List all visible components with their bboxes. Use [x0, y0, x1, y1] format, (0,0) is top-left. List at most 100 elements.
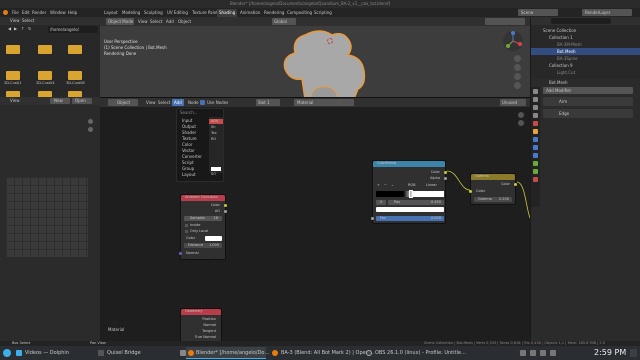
ne-menu-add[interactable]: Add: [172, 99, 184, 106]
material-selector[interactable]: Material: [294, 99, 354, 106]
folder-item[interactable]: [68, 45, 82, 56]
color-ramp-node[interactable]: ColorRamp Color Alpha + − ⌄ RGB Linear 0…: [371, 160, 447, 224]
ao-node-header[interactable]: Ambient Occlusion: [181, 195, 225, 201]
outliner-item[interactable]: BA-3Spine: [557, 57, 578, 61]
blender-logo-icon[interactable]: [3, 10, 8, 15]
pan-icon[interactable]: [518, 120, 524, 126]
add-menu-item[interactable]: Input: [182, 119, 192, 123]
tab-sculpting[interactable]: Sculpting: [144, 11, 163, 15]
ramp-color-mode[interactable]: RGB: [408, 183, 416, 188]
volume-icon[interactable]: [530, 350, 536, 356]
gamma-node[interactable]: Gamma Color Color Gamma 2.200: [469, 173, 517, 205]
world-tab-icon[interactable]: [533, 121, 538, 126]
ao-color-swatch[interactable]: [205, 236, 222, 241]
menu-window[interactable]: Window: [50, 11, 66, 15]
fb-menu-select[interactable]: Select: [22, 19, 34, 23]
particles-tab-icon[interactable]: [533, 145, 538, 150]
ne-menu-node[interactable]: Node: [188, 101, 198, 105]
shader-node-editor[interactable]: Object View Select Add Node Use Nodes Sl…: [100, 97, 530, 341]
color-swatch[interactable]: [211, 167, 221, 171]
add-menu-item[interactable]: Converter: [182, 155, 202, 159]
ramp-stop-marker-icon[interactable]: [409, 190, 413, 198]
ne-menu-select[interactable]: Select: [158, 101, 170, 105]
ao-distance-field[interactable]: Distance 1.000: [184, 243, 222, 248]
ao-only-local-checkbox[interactable]: [185, 230, 188, 233]
vp-menu-add[interactable]: Add: [166, 20, 174, 24]
ao-socket-normal[interactable]: [179, 252, 182, 255]
ramp-index-field[interactable]: 0: [376, 200, 386, 205]
ao-socket-ao[interactable]: [224, 210, 227, 213]
show-desktop-icon[interactable]: [630, 349, 637, 357]
gamma-node-header[interactable]: Gamma: [471, 174, 515, 180]
ramp-socket-color[interactable]: [444, 171, 447, 174]
use-nodes-checkbox[interactable]: [200, 100, 205, 105]
constraints-tab-icon[interactable]: [533, 161, 538, 166]
add-menu-item[interactable]: Shader: [182, 131, 196, 135]
tab-uv-editing[interactable]: UV Editing: [167, 11, 188, 15]
add-menu-item[interactable]: Output: [182, 125, 196, 129]
transform-orientation[interactable]: Global: [272, 18, 296, 25]
geometry-node[interactable]: Geometry Position Normal Tangent True No…: [180, 308, 222, 341]
image-canvas-grid[interactable]: [6, 177, 88, 257]
ramp-add-stop-icon[interactable]: +: [377, 183, 380, 188]
navigation-gizmo-icon[interactable]: [502, 30, 524, 52]
modifier-panel[interactable]: Arm: [543, 97, 633, 106]
output-tab-icon[interactable]: [533, 105, 538, 110]
parent-dir-icon[interactable]: ↑: [21, 27, 24, 31]
taskbar-item[interactable]: OBS 26.1.0 (linux) - Profile: Untitle…: [366, 348, 466, 358]
add-modifier-button[interactable]: Add Modifier: [543, 87, 633, 94]
folder-item[interactable]: [6, 45, 20, 56]
tab-texture-paint[interactable]: Texture Paint: [192, 11, 218, 15]
ramp-stop-color-swatch[interactable]: [376, 207, 444, 212]
clipboard-icon[interactable]: [540, 350, 546, 356]
zoom-icon[interactable]: [518, 112, 524, 118]
tab-scripting[interactable]: Scripting: [314, 11, 332, 15]
modifier-tab-icon[interactable]: [533, 137, 538, 142]
ramp-menu-icon[interactable]: ⌄: [391, 183, 394, 188]
node-object-selector[interactable]: Object: [108, 99, 138, 106]
ao-samples-field[interactable]: Samples 16: [184, 216, 222, 221]
menu-edit[interactable]: Edit: [22, 11, 30, 15]
open-image-button[interactable]: Open: [72, 98, 92, 104]
folder-item[interactable]: 3D-Cust/1: [4, 71, 26, 85]
zoom-icon[interactable]: [514, 55, 521, 62]
tab-animation[interactable]: Animation: [240, 11, 260, 15]
menu-render[interactable]: Render: [32, 11, 46, 15]
ao-inside-checkbox[interactable]: [185, 224, 188, 227]
outliner-item[interactable]: BA-3M-Mesh: [557, 43, 582, 47]
tab-rendering[interactable]: Rendering: [264, 11, 284, 15]
ramp-fac-field[interactable]: Fac 0.000: [376, 216, 444, 221]
submenu-item[interactable]: Sh: [211, 125, 215, 130]
add-menu-item[interactable]: Vector: [182, 149, 195, 153]
physics-tab-icon[interactable]: [533, 153, 538, 158]
notifications-icon[interactable]: [550, 350, 556, 356]
fb-menu-view[interactable]: View: [10, 19, 20, 23]
add-menu-search[interactable]: Search...: [180, 111, 198, 115]
back-arrow-icon[interactable]: ◀: [8, 27, 11, 31]
gamma-socket-output[interactable]: [514, 183, 517, 186]
network-icon[interactable]: [520, 350, 526, 356]
3d-cursor-icon[interactable]: [327, 38, 333, 44]
folder-item[interactable]: [38, 45, 52, 56]
ramp-socket-fac[interactable]: [371, 217, 374, 220]
ortho-toggle-icon[interactable]: [514, 82, 521, 89]
vp-menu-select[interactable]: Select: [150, 20, 162, 24]
refresh-icon[interactable]: ↻: [28, 27, 31, 31]
outliner-item[interactable]: Collection 1: [549, 36, 573, 40]
add-menu-item[interactable]: Texture: [182, 137, 197, 141]
slot-selector[interactable]: Slot 1: [256, 99, 280, 106]
material-tab-icon[interactable]: [533, 177, 538, 182]
pan-icon[interactable]: [514, 64, 521, 71]
forward-arrow-icon[interactable]: ▶: [14, 27, 17, 31]
taskbar-item[interactable]: Videos — Dolphin: [16, 348, 92, 358]
add-menu-item[interactable]: Layout: [182, 173, 196, 177]
ao-socket-color[interactable]: [224, 204, 227, 207]
path-field[interactable]: /home/angelo/: [48, 26, 98, 33]
render-tab-icon[interactable]: [533, 97, 538, 102]
tab-modeling[interactable]: Modeling: [122, 11, 140, 15]
menu-help[interactable]: Help: [68, 11, 77, 15]
app-launcher-icon[interactable]: [3, 349, 11, 357]
tab-shading[interactable]: Shading: [217, 9, 237, 17]
outliner-root[interactable]: Scene Collection: [543, 29, 576, 33]
zoom-icon[interactable]: [88, 119, 93, 124]
